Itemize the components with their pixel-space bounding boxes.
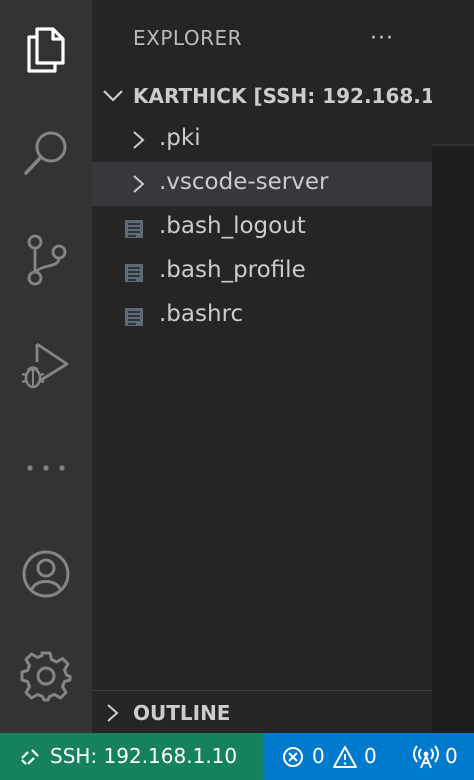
more-activity-button[interactable] <box>0 432 92 504</box>
activity-bar <box>0 0 92 733</box>
chevron-right-icon <box>130 130 146 154</box>
folder-section-header[interactable]: KARTHICK [SSH: 192.168.1... <box>92 76 458 118</box>
explorer-activity-button[interactable] <box>0 14 92 86</box>
search-activity-button[interactable] <box>0 118 92 190</box>
tree-item-pki[interactable]: .pki <box>92 118 432 162</box>
sidebar-header: EXPLORER ··· <box>92 0 432 76</box>
tree-item-label: .bash_logout <box>159 213 306 239</box>
files-icon <box>23 25 69 75</box>
outline-title: OUTLINE <box>133 701 231 725</box>
editor-area[interactable] <box>432 0 474 733</box>
ellipsis-icon <box>24 463 68 473</box>
source-control-activity-button[interactable] <box>0 224 92 296</box>
run-debug-activity-button[interactable] <box>0 330 92 402</box>
ports-button[interactable]: 0 <box>412 733 472 780</box>
tree-item-vscode-server[interactable]: .vscode-server <box>92 162 432 206</box>
ports-count: 0 <box>445 744 458 768</box>
more-actions-button[interactable]: ··· <box>362 18 402 58</box>
tree-item-bashrc[interactable]: .bashrc <box>92 294 432 338</box>
tree-item-label: .bashrc <box>159 301 244 327</box>
chevron-down-icon <box>101 86 125 110</box>
tree-item-bash-profile[interactable]: .bash_profile <box>92 250 432 294</box>
radio-tower-icon <box>412 745 440 774</box>
gear-icon <box>20 650 72 702</box>
editor-tab-strip <box>432 0 474 144</box>
chevron-right-icon <box>104 703 120 727</box>
tree-item-bash-logout[interactable]: .bash_logout <box>92 206 432 250</box>
search-icon <box>22 129 70 179</box>
file-lines-icon <box>124 219 144 243</box>
chevron-right-icon <box>130 174 146 198</box>
errors-count: 0 <box>312 744 325 768</box>
problems-button[interactable]: 0 0 <box>278 733 388 780</box>
outline-section-header[interactable]: OUTLINE <box>92 690 432 734</box>
file-lines-icon <box>124 307 144 331</box>
tree-item-label: .bash_profile <box>159 257 306 283</box>
source-control-icon <box>22 234 70 286</box>
sidebar-title: EXPLORER <box>133 26 242 50</box>
warnings-count: 0 <box>364 744 377 768</box>
accounts-activity-button[interactable] <box>0 538 92 610</box>
divider <box>432 144 474 146</box>
warning-icon <box>332 745 358 774</box>
error-icon <box>282 746 304 773</box>
remote-indicator-button[interactable]: SSH: 192.168.1.10 <box>0 733 263 780</box>
tree-item-label: .pki <box>159 125 201 151</box>
run-debug-icon <box>19 340 73 392</box>
manage-activity-button[interactable] <box>0 640 92 712</box>
remote-icon <box>20 746 42 773</box>
explorer-sidebar: EXPLORER ··· KARTHICK [SSH: 192.168.1...… <box>92 0 458 734</box>
vscode-window: EXPLORER ··· KARTHICK [SSH: 192.168.1...… <box>0 0 474 780</box>
remote-label: SSH: 192.168.1.10 <box>50 744 238 768</box>
status-bar: SSH: 192.168.1.10 0 0 0 <box>0 733 474 780</box>
file-lines-icon <box>124 263 144 287</box>
folder-title: KARTHICK [SSH: 192.168.1... <box>133 84 458 108</box>
account-icon <box>21 549 71 599</box>
tree-item-label: .vscode-server <box>159 169 329 195</box>
